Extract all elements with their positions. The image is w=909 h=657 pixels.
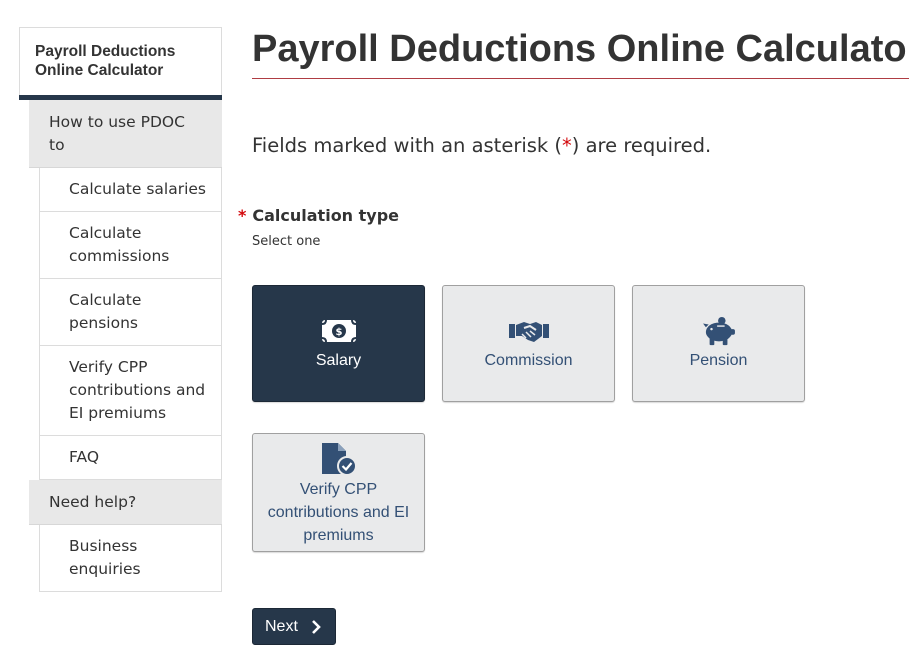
calc-option-verify-cpp-ei[interactable]: Verify CPP contributions and EI premiums	[252, 433, 425, 552]
sidebar-item-calculate-commissions[interactable]: Calculate commissions	[39, 212, 222, 279]
calc-option-verify-cpp-ei-label: Verify CPP contributions and EI premiums	[267, 481, 410, 544]
sidebar-item-faq[interactable]: FAQ	[39, 436, 222, 480]
sidebar-group-how-to[interactable]: How to use PDOC to	[29, 100, 222, 168]
calculation-type-hint: Select one	[252, 234, 321, 249]
handshake-icon	[508, 322, 549, 342]
sidebar-item-verify-cpp-ei[interactable]: Verify CPP contributions and EI premiums	[39, 346, 222, 436]
document-check-icon	[321, 443, 357, 476]
required-fields-note: Fields marked with an asterisk (*) are r…	[252, 134, 711, 157]
page-title: Payroll Deductions Online Calculator	[252, 28, 909, 70]
sidebar-group-need-help[interactable]: Need help?	[29, 480, 222, 525]
svg-text:$: $	[335, 327, 342, 338]
calculation-type-label: * Calculation type	[238, 206, 399, 225]
calculation-type-required-asterisk: *	[238, 206, 247, 225]
next-button-label: Next	[265, 617, 298, 635]
required-asterisk: *	[562, 134, 572, 157]
chevron-right-icon	[312, 620, 321, 634]
calculation-type-label-text: Calculation type	[252, 206, 400, 225]
calc-option-salary-label: Salary	[315, 352, 362, 369]
required-note-before: Fields marked with an asterisk (	[252, 134, 563, 157]
money-icon: $	[321, 319, 356, 343]
sidebar-nav: Payroll Deductions Online Calculator How…	[19, 27, 222, 592]
calc-option-commission[interactable]: Commission	[442, 285, 615, 402]
calc-option-pension-label: Pension	[689, 352, 748, 369]
calc-option-commission-label: Commission	[484, 352, 573, 369]
sidebar-item-business-enquiries[interactable]: Business enquiries	[39, 525, 222, 592]
calc-option-salary[interactable]: $ Salary	[252, 285, 425, 402]
next-button[interactable]: Next	[252, 608, 336, 645]
piggy-bank-icon	[702, 316, 735, 346]
title-divider	[252, 78, 909, 79]
sidebar-item-calculate-salaries[interactable]: Calculate salaries	[39, 168, 222, 212]
sidebar-title[interactable]: Payroll Deductions Online Calculator	[19, 27, 222, 95]
required-note-after: ) are required.	[571, 134, 712, 157]
calc-option-pension[interactable]: Pension	[632, 285, 805, 402]
sidebar-item-calculate-pensions[interactable]: Calculate pensions	[39, 279, 222, 346]
